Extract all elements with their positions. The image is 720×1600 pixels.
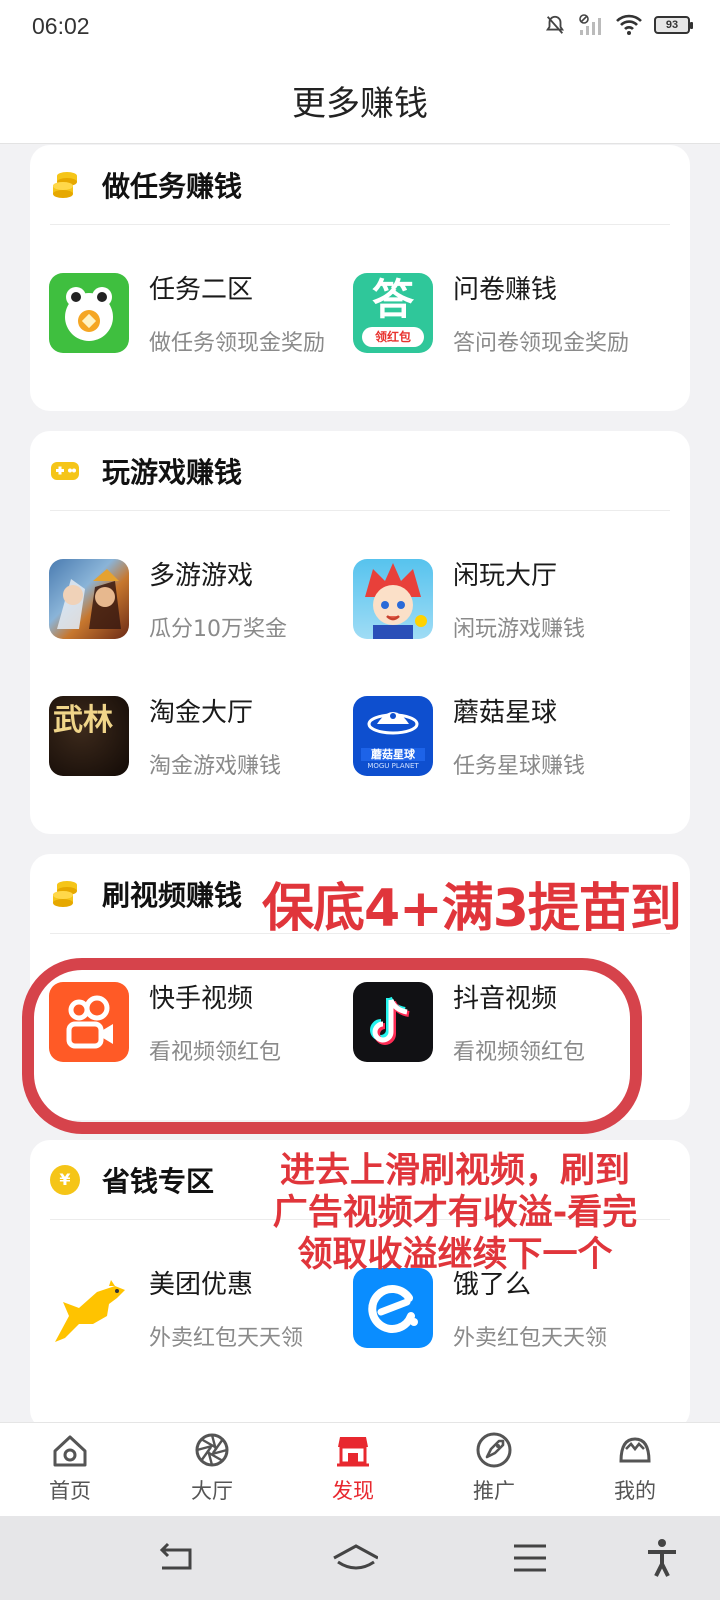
icon-caption-en: MOGU PLANET	[367, 762, 419, 770]
status-time: 06:02	[32, 13, 90, 39]
app-name: 淘金大厅	[149, 698, 254, 728]
coins-icon	[50, 879, 80, 909]
app-desc: 瓜分10万奖金	[149, 617, 287, 642]
app-desc: 淘金游戏赚钱	[149, 754, 282, 779]
accessibility-icon[interactable]	[640, 1538, 684, 1578]
app-name: 蘑菇星球	[453, 698, 558, 728]
app-name: 多游游戏	[149, 561, 254, 591]
answer-red-packet-icon: 答 领红包	[353, 273, 433, 353]
icon-glyph: 答	[371, 275, 414, 324]
icon-caption: 领红包	[362, 327, 424, 347]
aperture-icon	[195, 1433, 229, 1467]
annotation-line: 广告视频才有收溢-看完	[272, 1193, 638, 1233]
app-name: 问卷赚钱	[453, 275, 558, 305]
no-signal-icon	[579, 14, 601, 35]
status-bar: 06:02 93	[0, 0, 720, 56]
mogu-planet-icon: 蘑菇星球 MOGU PLANET	[353, 696, 433, 776]
home-icon	[53, 1435, 87, 1467]
gamepad-icon	[50, 456, 80, 486]
annotation-line: 进去上滑刷视频，刷到	[279, 1151, 630, 1191]
annotation-bottom: 进去上滑刷视频，刷到 广告视频才有收溢-看完 领取收溢继续下一个	[235, 1150, 675, 1276]
bottom-tab-bar: 首页 大厅 发现 推广 我的	[0, 1422, 720, 1516]
page-header: 更多赚钱	[0, 56, 720, 144]
coins-icon	[50, 170, 80, 200]
tab-label: 我的	[614, 1479, 656, 1503]
app-desc: 答问卷领现金奖励	[453, 331, 630, 356]
annotation-line: 领取收溢继续下一个	[297, 1235, 613, 1275]
app-item-taojin[interactable]: 武林 淘金大厅 淘金游戏赚钱	[49, 696, 359, 779]
profile-icon	[619, 1437, 651, 1463]
meituan-kangaroo-icon	[49, 1268, 129, 1348]
tab-promote[interactable]: 推广	[444, 1431, 544, 1511]
section-title: 做任务赚钱	[102, 169, 243, 203]
game-heroes-icon	[49, 559, 129, 639]
app-desc: 闲玩游戏赚钱	[453, 617, 586, 642]
mute-bell-icon	[545, 15, 565, 34]
section-header: 做任务赚钱	[50, 145, 670, 225]
app-desc: 外卖红包天天领	[453, 1326, 608, 1351]
tab-label: 首页	[49, 1479, 91, 1503]
wifi-icon	[616, 14, 642, 35]
section-games: 玩游戏赚钱 多游游戏 瓜分10万奖金 闲玩大厅 闲玩游戏赚钱 武林 淘金大厅 淘…	[30, 431, 690, 834]
app-desc: 外卖红包天天领	[149, 1326, 304, 1351]
icon-caption: 蘑菇星球	[361, 748, 425, 761]
eleme-icon	[353, 1268, 433, 1348]
tab-hall[interactable]: 大厅	[162, 1431, 262, 1511]
highlight-ring	[22, 958, 642, 1134]
section-title: 省钱专区	[102, 1164, 215, 1198]
tab-discover[interactable]: 发现	[303, 1431, 403, 1511]
yen-icon: ¥	[50, 1164, 80, 1195]
back-icon[interactable]	[154, 1538, 198, 1578]
system-nav-bar	[0, 1516, 720, 1600]
section-header: 玩游戏赚钱	[50, 431, 670, 511]
page-title: 更多赚钱	[292, 84, 428, 124]
app-name: 闲玩大厅	[453, 561, 558, 591]
yen-glyph: ¥	[50, 1164, 80, 1195]
app-item-wenjuan[interactable]: 答 领红包 问卷赚钱 答问卷领现金奖励	[353, 273, 663, 356]
rocket-icon	[476, 1432, 512, 1468]
icon-glyph: 武林	[53, 703, 113, 738]
tab-label: 大厅	[191, 1479, 233, 1503]
shop-icon	[337, 1437, 369, 1467]
section-title: 玩游戏赚钱	[102, 455, 243, 489]
frog-coin-icon	[49, 273, 129, 353]
app-item-meituan[interactable]: 美团优惠 外卖红包天天领	[49, 1268, 359, 1351]
app-name: 任务二区	[149, 275, 254, 305]
home-nav-icon[interactable]	[330, 1538, 378, 1578]
app-item-duoyou[interactable]: 多游游戏 瓜分10万奖金	[49, 559, 359, 642]
tab-label: 发现	[332, 1479, 374, 1503]
app-item-renwu-erqu[interactable]: 任务二区 做任务领现金奖励	[49, 273, 359, 356]
section-title: 刷视频赚钱	[102, 878, 243, 912]
tab-home[interactable]: 首页	[20, 1431, 120, 1511]
app-item-mogu[interactable]: 蘑菇星球 MOGU PLANET 蘑菇星球 任务星球赚钱	[353, 696, 663, 779]
tab-profile[interactable]: 我的	[585, 1431, 685, 1511]
tab-label: 推广	[473, 1479, 515, 1503]
app-desc: 任务星球赚钱	[453, 754, 586, 779]
battery-indicator: 93	[654, 16, 693, 34]
wulin-icon: 武林	[49, 696, 129, 776]
status-icons: 93	[544, 14, 693, 36]
menu-icon[interactable]	[508, 1538, 552, 1578]
app-desc: 做任务领现金奖励	[149, 331, 326, 356]
section-tasks: 做任务赚钱 任务二区 做任务领现金奖励 答 领红包 问卷赚钱 答问卷领现金奖励	[30, 145, 690, 411]
app-item-xianwan[interactable]: 闲玩大厅 闲玩游戏赚钱	[353, 559, 663, 642]
annotation-top: 保底4+满3提苗到	[262, 879, 682, 939]
anime-boy-icon	[353, 559, 433, 639]
app-item-eleme[interactable]: 饿了么 外卖红包天天领	[353, 1268, 663, 1351]
